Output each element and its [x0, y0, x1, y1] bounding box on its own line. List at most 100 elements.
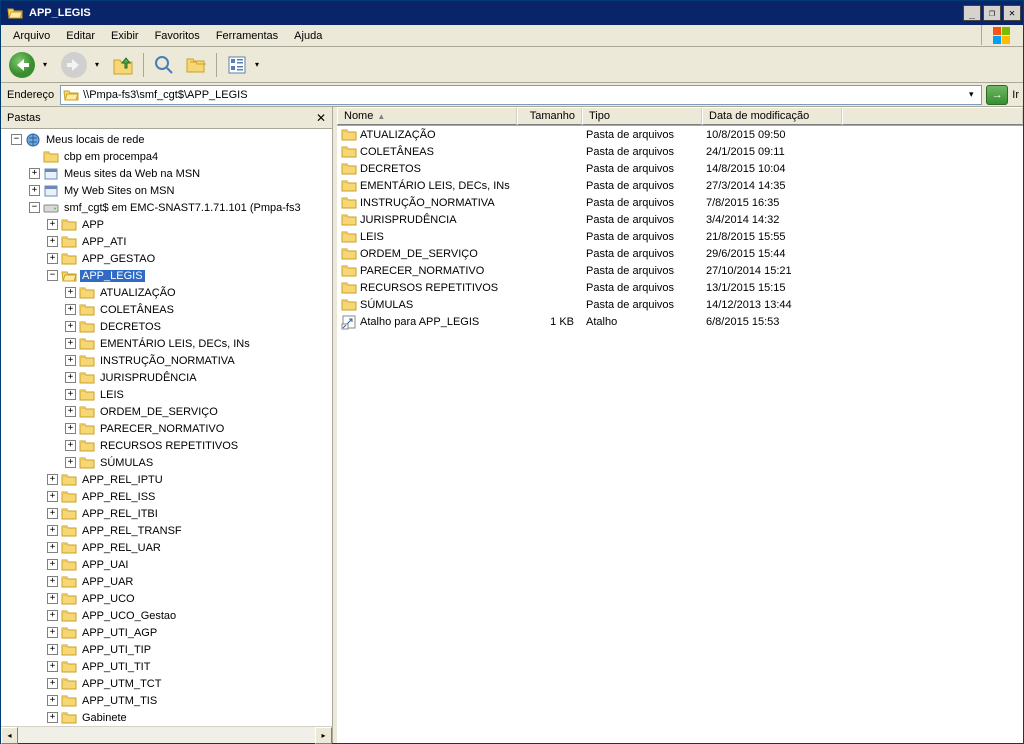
tree-item[interactable]: +PARECER_NORMATIVO [3, 420, 332, 437]
expand-icon[interactable]: + [65, 304, 76, 315]
file-row[interactable]: JURISPRUDÊNCIAPasta de arquivos3/4/2014 … [337, 211, 1023, 228]
expand-icon[interactable]: + [65, 321, 76, 332]
file-row[interactable]: ORDEM_DE_SERVIÇOPasta de arquivos29/6/20… [337, 245, 1023, 262]
tree-item[interactable]: +APP_UAI [3, 556, 332, 573]
menu-favoritos[interactable]: Favoritos [147, 28, 208, 44]
expand-icon[interactable]: + [47, 253, 58, 264]
menu-ferramentas[interactable]: Ferramentas [208, 28, 286, 44]
expand-icon[interactable]: + [47, 610, 58, 621]
views-dropdown[interactable]: ▾ [255, 60, 265, 69]
expand-icon[interactable]: + [65, 338, 76, 349]
expand-icon[interactable]: + [47, 593, 58, 604]
folders-panel-close[interactable]: ✕ [316, 111, 326, 125]
tree-item[interactable]: +APP_ATI [3, 233, 332, 250]
file-row[interactable]: EMENTÁRIO LEIS, DECs, INsPasta de arquiv… [337, 177, 1023, 194]
tree-item[interactable]: +APP_REL_UAR [3, 539, 332, 556]
tree-item[interactable]: +APP_GESTAO [3, 250, 332, 267]
expand-icon[interactable]: + [65, 355, 76, 366]
tree-item[interactable]: −APP_LEGIS [3, 267, 332, 284]
expand-icon[interactable]: + [47, 678, 58, 689]
expand-icon[interactable]: + [65, 440, 76, 451]
col-date[interactable]: Data de modificação [702, 107, 842, 125]
tree-item[interactable]: +RECURSOS REPETITIVOS [3, 437, 332, 454]
expand-icon[interactable]: + [47, 559, 58, 570]
back-button[interactable] [5, 51, 39, 79]
expand-icon[interactable]: + [65, 457, 76, 468]
tree-item[interactable]: +APP_REL_IPTU [3, 471, 332, 488]
address-box[interactable]: ▾ [60, 85, 982, 105]
expand-icon[interactable]: + [47, 576, 58, 587]
tree-hscrollbar[interactable]: ◂ ▸ [1, 726, 332, 743]
expand-icon[interactable]: + [47, 712, 58, 723]
expand-icon[interactable]: + [47, 627, 58, 638]
expand-icon[interactable]: + [47, 542, 58, 553]
tree-item[interactable]: +APP_UTM_TCT [3, 675, 332, 692]
collapse-icon[interactable]: − [29, 202, 40, 213]
expand-icon[interactable]: + [65, 389, 76, 400]
expand-icon[interactable]: + [47, 474, 58, 485]
tree-item[interactable]: +APP_REL_ISS [3, 488, 332, 505]
menu-ajuda[interactable]: Ajuda [286, 28, 330, 44]
tree-item[interactable]: +DECRETOS [3, 318, 332, 335]
tree-item[interactable]: +APP_REL_ITBI [3, 505, 332, 522]
tree-item[interactable]: +APP_UTI_TIP [3, 641, 332, 658]
tree-item[interactable]: +APP_UTM_TIS [3, 692, 332, 709]
go-button[interactable]: → [986, 85, 1008, 105]
col-size[interactable]: Tamanho [517, 107, 582, 125]
file-row[interactable]: SÚMULASPasta de arquivos14/12/2013 13:44 [337, 296, 1023, 313]
scroll-right-button[interactable]: ▸ [315, 727, 332, 744]
collapse-icon[interactable]: − [11, 134, 22, 145]
menu-arquivo[interactable]: Arquivo [5, 28, 58, 44]
maximize-button[interactable]: ❐ [983, 5, 1001, 21]
address-input[interactable] [83, 89, 959, 101]
expand-icon[interactable]: + [47, 236, 58, 247]
tree-item[interactable]: +APP_UCO_Gestao [3, 607, 332, 624]
file-list[interactable]: ATUALIZAÇÃOPasta de arquivos10/8/2015 09… [337, 126, 1023, 743]
expand-icon[interactable]: + [47, 525, 58, 536]
expand-icon[interactable]: + [47, 219, 58, 230]
search-button[interactable] [150, 51, 178, 79]
tree-item[interactable]: −smf_cgt$ em EMC-SNAST7.1.71.101 (Pmpa-f… [3, 199, 332, 216]
menu-exibir[interactable]: Exibir [103, 28, 147, 44]
tree-item[interactable]: +EMENTÁRIO LEIS, DECs, INs [3, 335, 332, 352]
col-name[interactable]: Nome▲ [337, 107, 517, 125]
file-row[interactable]: ATUALIZAÇÃOPasta de arquivos10/8/2015 09… [337, 126, 1023, 143]
tree-item[interactable]: +APP [3, 216, 332, 233]
tree-item[interactable]: +COLETÂNEAS [3, 301, 332, 318]
tree-item[interactable]: +ORDEM_DE_SERVIÇO [3, 403, 332, 420]
file-row[interactable]: PARECER_NORMATIVOPasta de arquivos27/10/… [337, 262, 1023, 279]
tree-item[interactable]: +JURISPRUDÊNCIA [3, 369, 332, 386]
tree-item[interactable]: +APP_UTI_TIT [3, 658, 332, 675]
back-dropdown[interactable]: ▾ [43, 60, 53, 69]
expand-icon[interactable]: + [47, 508, 58, 519]
folder-tree[interactable]: −Meus locais de rede cbp em procempa4+Me… [1, 129, 332, 726]
scroll-track[interactable] [18, 727, 315, 743]
up-button[interactable] [109, 51, 137, 79]
expand-icon[interactable]: + [29, 185, 40, 196]
minimize-button[interactable]: _ [963, 5, 981, 21]
expand-icon[interactable]: + [47, 644, 58, 655]
views-button[interactable] [223, 51, 251, 79]
folders-button[interactable] [182, 51, 210, 79]
expand-icon[interactable]: + [65, 423, 76, 434]
collapse-icon[interactable]: − [47, 270, 58, 281]
file-row[interactable]: LEISPasta de arquivos21/8/2015 15:55 [337, 228, 1023, 245]
forward-button[interactable] [57, 51, 91, 79]
tree-item[interactable]: +APP_REL_TRANSF [3, 522, 332, 539]
menu-editar[interactable]: Editar [58, 28, 103, 44]
tree-item[interactable]: +APP_UCO [3, 590, 332, 607]
tree-item[interactable]: +My Web Sites on MSN [3, 182, 332, 199]
file-row[interactable]: COLETÂNEASPasta de arquivos24/1/2015 09:… [337, 143, 1023, 160]
tree-item[interactable]: +INSTRUÇÃO_NORMATIVA [3, 352, 332, 369]
tree-item[interactable]: +APP_UAR [3, 573, 332, 590]
tree-item[interactable]: −Meus locais de rede [3, 131, 332, 148]
expand-icon[interactable]: + [29, 168, 40, 179]
tree-item[interactable]: +APP_UTI_AGP [3, 624, 332, 641]
forward-dropdown[interactable]: ▾ [95, 60, 105, 69]
tree-item[interactable]: +Gabinete [3, 709, 332, 726]
expand-icon[interactable]: + [47, 695, 58, 706]
expand-icon[interactable]: + [65, 372, 76, 383]
tree-item[interactable]: cbp em procempa4 [3, 148, 332, 165]
tree-item[interactable]: +SÚMULAS [3, 454, 332, 471]
address-dropdown[interactable]: ▾ [963, 89, 979, 100]
